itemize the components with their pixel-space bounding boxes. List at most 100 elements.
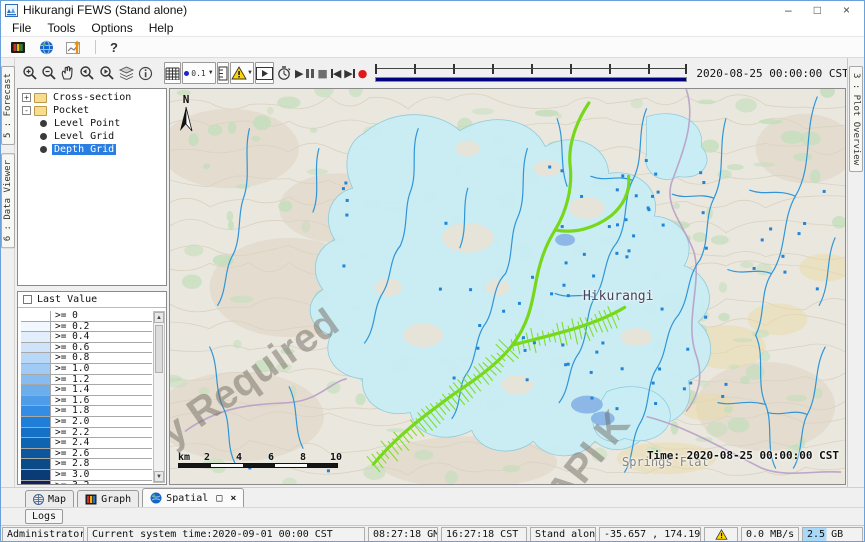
scale-tick: 2 — [204, 452, 210, 463]
stop-button[interactable]: ■ — [316, 62, 328, 84]
scroll-up-icon[interactable]: ▲ — [154, 312, 164, 323]
layers-icon[interactable] — [117, 62, 136, 84]
minimize-button[interactable]: – — [785, 3, 792, 17]
zoom-in-icon[interactable] — [21, 62, 39, 84]
tree-item-depth-grid[interactable]: Depth Grid — [18, 143, 166, 156]
map-label-hikurangi: Hikurangi — [583, 289, 653, 304]
status-user: Administrator — [2, 527, 84, 542]
legend-color-swatch — [21, 438, 51, 448]
last-value-checkbox[interactable] — [23, 295, 32, 304]
left-panel: + Cross-section - Pocket Level Point — [15, 88, 169, 487]
legend-color-swatch — [21, 449, 51, 459]
left-tab-strip: 5 : Forecast 6 : Data Viewer — [1, 58, 15, 487]
zoom-out-icon[interactable] — [40, 62, 58, 84]
map-globe-icon[interactable] — [35, 36, 57, 58]
menu-options[interactable]: Options — [84, 20, 139, 36]
timeseries-chart-icon[interactable] — [63, 36, 85, 58]
tab-maximize-button[interactable]: □ — [216, 493, 222, 504]
database-icon[interactable] — [7, 36, 29, 58]
scroll-down-icon[interactable]: ▼ — [154, 471, 164, 482]
help-button[interactable]: ? — [106, 40, 122, 55]
status-system-time: Current system time:2020-09-01 00:00 CST — [87, 527, 365, 542]
skip-end-button[interactable]: ▶ — [343, 62, 355, 84]
status-local-time: 16:27:18 CST — [441, 527, 527, 542]
legend-color-swatch — [21, 343, 51, 353]
record-button[interactable]: ● — [357, 62, 369, 84]
side-tab-data-viewer[interactable]: 6 : Data Viewer — [1, 153, 15, 248]
menu-file[interactable]: File — [5, 20, 38, 36]
tab-graph[interactable]: Graph — [77, 490, 139, 507]
window-title: Hikurangi FEWS (Stand alone) — [23, 3, 187, 17]
timeline-progress-bar — [375, 77, 687, 82]
side-tab-forecast[interactable]: 5 : Forecast — [1, 66, 15, 145]
status-coordinates: -35.657 , 174.199 — [599, 527, 701, 542]
map-scale-bar: km 246810 — [178, 452, 358, 470]
application-window: Hikurangi FEWS (Stand alone) – □ × File … — [0, 0, 865, 542]
ruler-toggle-button[interactable] — [217, 62, 229, 84]
info-icon[interactable] — [137, 62, 154, 84]
status-bar: Administrator Current system time:2020-0… — [1, 525, 864, 542]
close-button[interactable]: × — [843, 3, 850, 17]
interval-value: 0.1 — [191, 69, 205, 78]
grid-toggle-button[interactable] — [164, 62, 181, 84]
skip-start-button[interactable]: ◀ — [330, 62, 342, 84]
tree-item-pocket[interactable]: - Pocket — [18, 104, 166, 117]
folder-icon — [34, 93, 47, 103]
scroll-thumb[interactable] — [155, 325, 163, 373]
menu-help[interactable]: Help — [142, 20, 181, 36]
zoom-previous-icon[interactable] — [77, 62, 96, 84]
legend-color-swatch — [21, 396, 51, 406]
maximize-button[interactable]: □ — [814, 3, 821, 17]
pan-hand-icon[interactable] — [59, 62, 76, 84]
status-memory-usage: 2.5 GB — [802, 527, 863, 542]
globe-icon — [150, 492, 162, 504]
legend-color-swatch — [21, 364, 51, 374]
tree-item-cross-section[interactable]: + Cross-section — [18, 91, 166, 104]
side-tab-plot-overview[interactable]: 3 : Plot Overview — [849, 66, 863, 172]
pause-button[interactable] — [305, 62, 315, 84]
timeline-slider[interactable] — [375, 61, 687, 85]
layer-tree: + Cross-section - Pocket Level Point — [17, 88, 167, 286]
warning-dropdown[interactable]: ▼ — [230, 62, 254, 84]
logs-button[interactable]: Logs — [25, 509, 63, 524]
tree-item-level-point[interactable]: Level Point — [18, 117, 166, 130]
scale-tick: 4 — [236, 452, 242, 463]
animation-panel-button[interactable] — [255, 62, 274, 84]
globe-grid-icon — [33, 494, 44, 505]
tab-map[interactable]: Map — [25, 490, 74, 507]
interval-dropdown[interactable]: 0.1▼ — [182, 62, 216, 84]
bar-chart-icon — [85, 494, 97, 505]
legend-color-swatch — [21, 311, 51, 321]
legend-color-swatch — [21, 385, 51, 395]
legend-color-swatch — [21, 481, 51, 485]
menu-tools[interactable]: Tools — [40, 20, 82, 36]
document-tabs: Map Graph Spatial □ × — [1, 487, 864, 507]
tab-spatial[interactable]: Spatial □ × — [142, 488, 244, 507]
legend-row: >= 3.0 — [21, 470, 152, 481]
zoom-next-icon[interactable] — [97, 62, 116, 84]
map-canvas[interactable]: N y Required API K Hikurangi Springs Fla… — [169, 88, 846, 485]
legend-color-swatch — [21, 353, 51, 363]
timer-icon[interactable] — [275, 62, 293, 84]
right-tab-strip: 3 : Plot Overview — [847, 58, 864, 487]
expander-icon[interactable]: + — [22, 93, 31, 102]
tab-close-button[interactable]: × — [230, 493, 236, 504]
legend-row: >= 3.2 — [21, 481, 152, 485]
status-mode: Stand alone — [530, 527, 596, 542]
status-warning-icon[interactable] — [704, 527, 738, 542]
main-area: 5 : Forecast 6 : Data Viewer — [1, 58, 864, 487]
timeline-ruler — [375, 64, 687, 74]
legend-scrollbar[interactable]: ▲ ▼ — [153, 311, 165, 483]
logs-row: Logs — [1, 507, 864, 525]
interval-dot-icon — [184, 71, 189, 76]
legend-row: >= 2.0 — [21, 417, 152, 428]
tree-item-level-grid[interactable]: Level Grid — [18, 130, 166, 143]
north-arrow: N — [178, 93, 194, 132]
status-gmt-time: 08:27:18 GMT — [368, 527, 438, 542]
expander-icon[interactable]: - — [22, 106, 31, 115]
menu-bar: File Tools Options Help — [1, 19, 864, 37]
legend-color-swatch — [21, 322, 51, 332]
play-button[interactable]: ▶ — [294, 62, 304, 84]
legend-color-swatch — [21, 406, 51, 416]
timeline-datetime: 2020-08-25 00:00:00 CST — [696, 67, 848, 80]
